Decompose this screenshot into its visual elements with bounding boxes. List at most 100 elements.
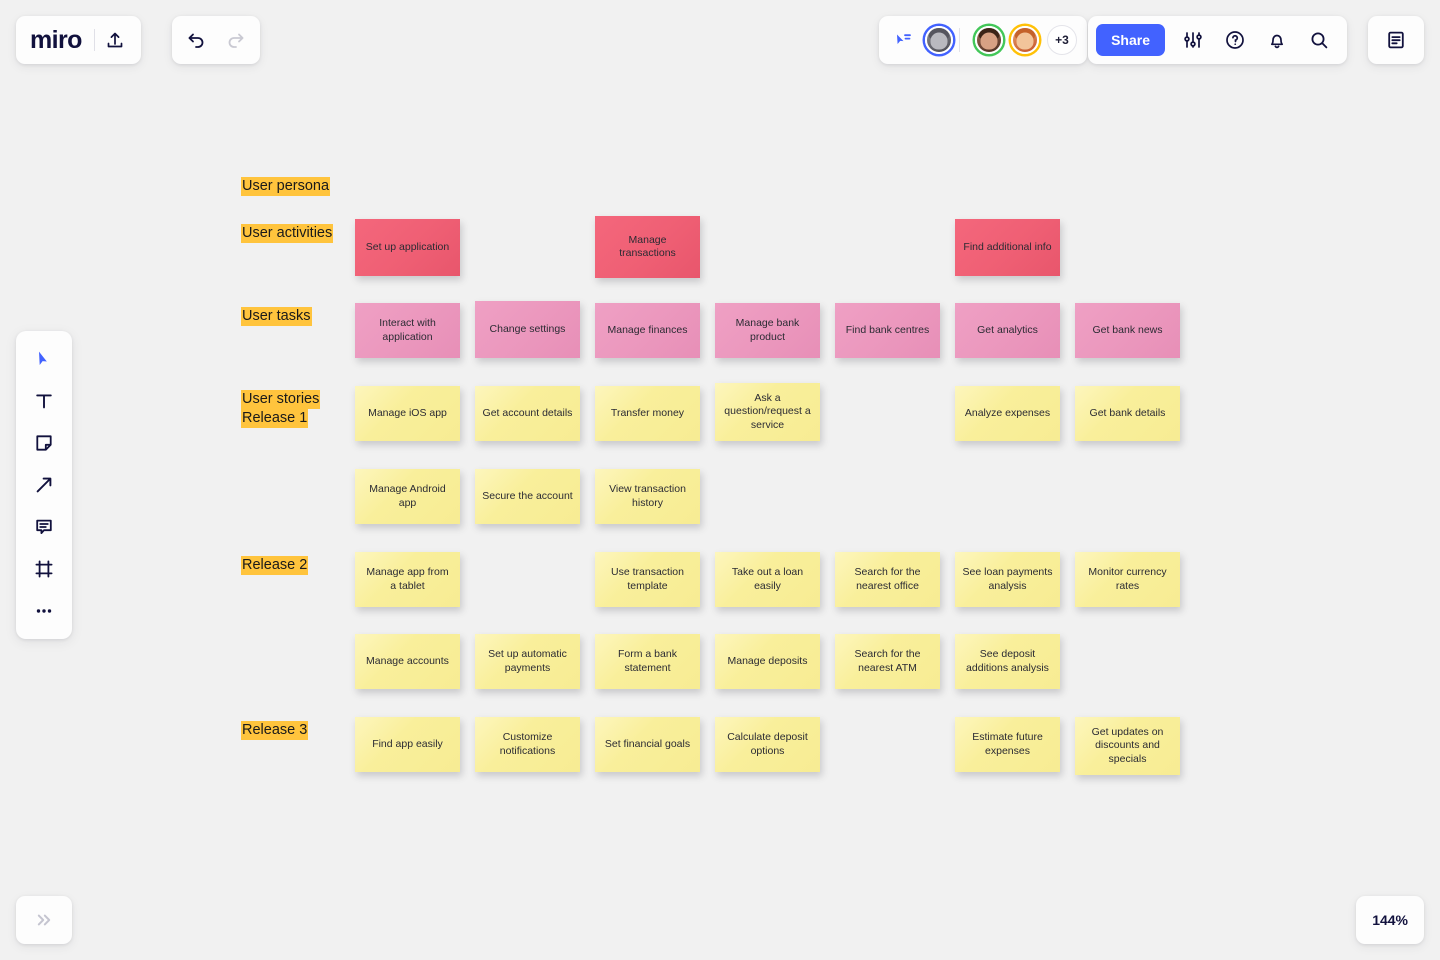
sticky-note-text: Get bank news bbox=[1092, 323, 1163, 336]
undo-icon bbox=[188, 33, 204, 48]
sticky-note[interactable]: View transaction history bbox=[595, 469, 700, 524]
left-toolbar bbox=[16, 331, 72, 639]
row-label-text: Release 3 bbox=[241, 721, 309, 740]
sticky-note[interactable]: Manage finances bbox=[595, 303, 700, 358]
sticky-note[interactable]: Manage deposits bbox=[715, 634, 820, 689]
sticky-note[interactable]: Manage transactions bbox=[595, 216, 700, 278]
row-label[interactable]: Release 3 bbox=[241, 721, 309, 740]
sticky-note[interactable]: Manage iOS app bbox=[355, 386, 460, 441]
sticky-note[interactable]: Manage bank product bbox=[715, 303, 820, 358]
board-canvas[interactable]: User persona User activities User tasks Use… bbox=[0, 0, 1440, 960]
sticky-note[interactable]: See loan payments analysis bbox=[955, 552, 1060, 607]
sticky-note[interactable]: Analyze expenses bbox=[955, 386, 1060, 441]
more-icon bbox=[36, 609, 52, 613]
sticky-note-text: Use transaction template bbox=[611, 566, 684, 592]
miro-logo[interactable]: miro bbox=[30, 27, 94, 53]
frame-tool[interactable] bbox=[24, 549, 64, 589]
sticky-note-text: Manage deposits bbox=[727, 654, 808, 667]
sticky-note[interactable]: Find app easily bbox=[355, 717, 460, 772]
avatar[interactable] bbox=[1011, 26, 1039, 54]
arrow-tool[interactable] bbox=[24, 465, 64, 505]
arrow-icon bbox=[36, 477, 52, 493]
upload-button[interactable] bbox=[95, 20, 135, 60]
sticky-note[interactable]: Secure the account bbox=[475, 469, 580, 524]
sticky-note-text: Manage finances bbox=[607, 323, 688, 336]
sticky-note[interactable]: Use transaction template bbox=[595, 552, 700, 607]
sticky-note[interactable]: Form a bank statement bbox=[595, 634, 700, 689]
sticky-note[interactable]: Manage accounts bbox=[355, 634, 460, 689]
sticky-note[interactable]: Transfer money bbox=[595, 386, 700, 441]
search-icon bbox=[1311, 32, 1328, 49]
sticky-note[interactable]: Interact with application bbox=[355, 303, 460, 358]
sticky-note-text: Set financial goals bbox=[604, 737, 691, 750]
sticky-note-text: Manage bank product bbox=[735, 317, 800, 343]
actions-panel: Share bbox=[1088, 16, 1347, 64]
select-tool[interactable] bbox=[24, 339, 64, 379]
sticky-note[interactable]: Calculate deposit options bbox=[715, 717, 820, 772]
chevron-double-right-icon bbox=[37, 914, 51, 926]
sticky-note-text: Estimate future expenses bbox=[972, 731, 1043, 757]
sticky-note[interactable]: Manage Android app bbox=[355, 469, 460, 524]
undo-button[interactable] bbox=[176, 20, 216, 60]
sticky-note-text: Find bank centres bbox=[845, 323, 930, 336]
document-button[interactable] bbox=[1376, 20, 1416, 60]
sticky-note-icon bbox=[36, 435, 52, 451]
sticky-note-text: Get account details bbox=[482, 406, 573, 419]
divider bbox=[959, 28, 960, 52]
sticky-note[interactable]: Monitor currency rates bbox=[1075, 552, 1180, 607]
sticky-note[interactable]: Get account details bbox=[475, 386, 580, 441]
sticky-note[interactable]: Get bank news bbox=[1075, 303, 1180, 358]
avatar[interactable] bbox=[925, 26, 953, 54]
sticky-note[interactable]: Change settings bbox=[475, 301, 580, 358]
sticky-note-text: Manage app from a tablet bbox=[366, 566, 449, 592]
collapse-panel-button[interactable] bbox=[16, 896, 72, 944]
row-label[interactable]: Release 2 bbox=[241, 556, 309, 575]
follow-cursor-button[interactable] bbox=[887, 20, 921, 60]
comment-tool[interactable] bbox=[24, 507, 64, 547]
sticky-note[interactable]: Search for the nearest office bbox=[835, 552, 940, 607]
sticky-note-text: Manage accounts bbox=[366, 654, 449, 667]
sticky-note-text: Search for the nearest ATM bbox=[854, 648, 921, 674]
sticky-note[interactable]: Manage app from a tablet bbox=[355, 552, 460, 607]
sticky-note[interactable]: Get bank details bbox=[1075, 386, 1180, 441]
collaborators-panel: +3 bbox=[879, 16, 1087, 64]
sliders-icon bbox=[1184, 32, 1202, 48]
row-label-text: Release 2 bbox=[241, 556, 309, 575]
sticky-note[interactable]: Find additional info bbox=[955, 219, 1060, 276]
share-button[interactable]: Share bbox=[1096, 24, 1165, 56]
search-button[interactable] bbox=[1299, 20, 1339, 60]
help-button[interactable] bbox=[1215, 20, 1255, 60]
notifications-button[interactable] bbox=[1257, 20, 1297, 60]
row-label[interactable]: User persona bbox=[241, 177, 331, 196]
sticky-note-text: Get analytics bbox=[977, 323, 1038, 336]
text-tool[interactable] bbox=[24, 381, 64, 421]
sticky-note-text: Change settings bbox=[489, 322, 566, 335]
sticky-note[interactable]: Estimate future expenses bbox=[955, 717, 1060, 772]
row-label-text: User activities bbox=[241, 224, 334, 243]
redo-button[interactable] bbox=[216, 20, 256, 60]
sticky-note[interactable]: Find bank centres bbox=[835, 303, 940, 358]
more-collaborators-badge[interactable]: +3 bbox=[1047, 25, 1077, 55]
sticky-note[interactable]: Set up automatic payments bbox=[475, 634, 580, 689]
sticky-note[interactable]: See deposit additions analysis bbox=[955, 634, 1060, 689]
sticky-note[interactable]: Set up application bbox=[355, 219, 460, 276]
settings-button[interactable] bbox=[1173, 20, 1213, 60]
zoom-level-indicator[interactable]: 144% bbox=[1356, 896, 1424, 944]
sticky-note[interactable]: Ask a question/request a service bbox=[715, 383, 820, 441]
sticky-note[interactable]: Get updates on discounts and specials bbox=[1075, 717, 1180, 775]
row-label[interactable]: User stories Release 1 bbox=[241, 390, 321, 428]
avatar[interactable] bbox=[975, 26, 1003, 54]
more-tools[interactable] bbox=[24, 591, 64, 631]
cursor-icon bbox=[39, 351, 47, 365]
row-label[interactable]: User activities bbox=[241, 224, 334, 243]
sticky-note-tool[interactable] bbox=[24, 423, 64, 463]
text-icon bbox=[36, 394, 52, 409]
sticky-note[interactable]: Customize notifications bbox=[475, 717, 580, 772]
sticky-note[interactable]: Search for the nearest ATM bbox=[835, 634, 940, 689]
row-label[interactable]: User tasks bbox=[241, 307, 312, 326]
sticky-note[interactable]: Set financial goals bbox=[595, 717, 700, 772]
upload-icon bbox=[107, 32, 123, 48]
sticky-note[interactable]: Get analytics bbox=[955, 303, 1060, 358]
row-label-text: User tasks bbox=[241, 307, 312, 326]
sticky-note[interactable]: Take out a loan easily bbox=[715, 552, 820, 607]
